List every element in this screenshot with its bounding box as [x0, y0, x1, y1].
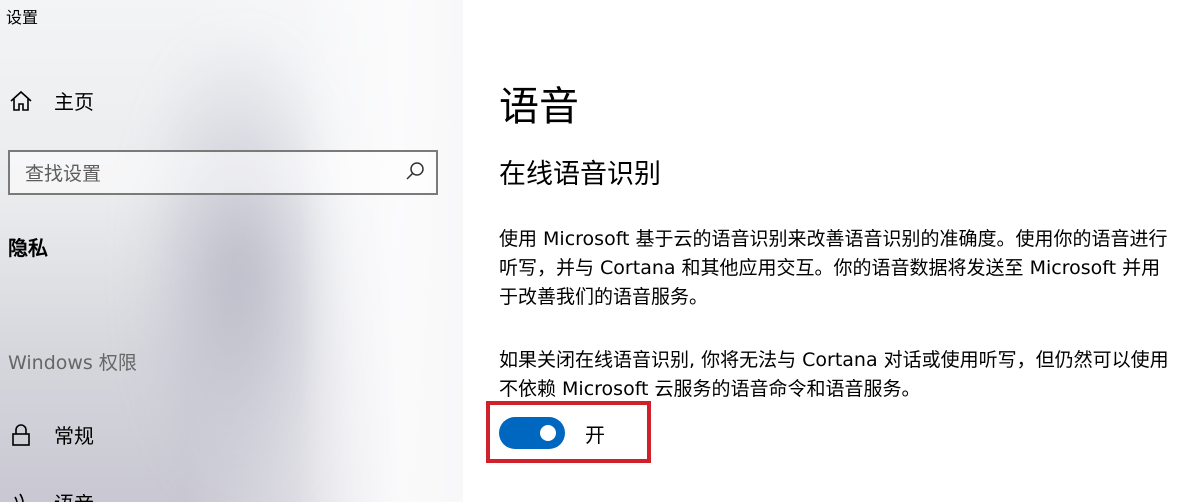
main-content: 语音 在线语音识别 使用 Microsoft 基于云的语音识别来改善语音识别的准… — [463, 0, 1177, 502]
sidebar-item-label: 语音 — [54, 488, 94, 502]
window-title: 设置 — [6, 8, 39, 27]
online-speech-toggle[interactable] — [499, 417, 565, 449]
search-placeholder: 查找设置 — [25, 163, 102, 185]
sidebar: 设置 主页 查找设置 隐私 Windows 权限 常规 — [0, 0, 463, 502]
sidebar-item-speech[interactable]: 语音 — [8, 488, 94, 502]
sidebar-item-label: 主页 — [54, 90, 94, 114]
sidebar-item-home[interactable]: 主页 — [8, 86, 94, 115]
sidebar-item-label: 常规 — [54, 424, 94, 448]
search-icon[interactable] — [404, 160, 426, 186]
search-input[interactable]: 查找设置 — [8, 150, 438, 195]
home-icon — [8, 88, 34, 114]
description-paragraph: 使用 Microsoft 基于云的语音识别来改善语音识别的准确度。使用你的语音进… — [499, 228, 1168, 308]
section-heading-windows-permissions: Windows 权限 — [8, 352, 137, 374]
description-paragraph: 如果关闭在线语音识别, 你将无法与 Cortana 对话或使用听写，但仍然可以使… — [499, 349, 1169, 400]
online-speech-toggle-row: 开 — [499, 417, 605, 449]
toggle-knob — [540, 425, 556, 441]
speech-icon — [8, 490, 34, 502]
page-title: 语音 — [499, 84, 579, 130]
toggle-state-label: 开 — [585, 422, 605, 447]
section-heading-privacy: 隐私 — [8, 236, 48, 260]
section-title: 在线语音识别 — [499, 159, 661, 190]
lock-icon — [8, 422, 34, 448]
sidebar-item-general[interactable]: 常规 — [8, 420, 94, 449]
